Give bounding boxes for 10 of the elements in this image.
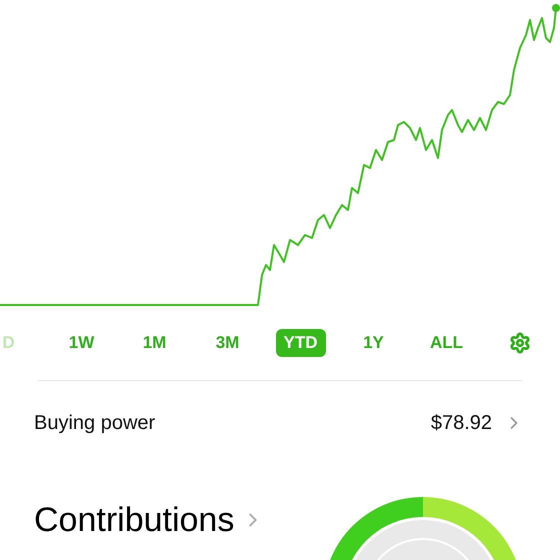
range-tab[interactable]: 1M	[134, 329, 174, 357]
range-tab[interactable]: 1Y	[355, 329, 392, 357]
settings-icon[interactable]	[508, 332, 530, 354]
range-tab[interactable]: 1W	[60, 329, 102, 357]
contributions-heading[interactable]: Contributions	[34, 500, 234, 540]
range-tab[interactable]: 3M	[208, 329, 248, 357]
range-tab[interactable]: ALL	[422, 329, 472, 357]
buying-power-value: $78.92	[430, 411, 492, 436]
buying-power-label: Buying power	[34, 411, 156, 436]
range-tab[interactable]: YTD	[276, 329, 326, 357]
